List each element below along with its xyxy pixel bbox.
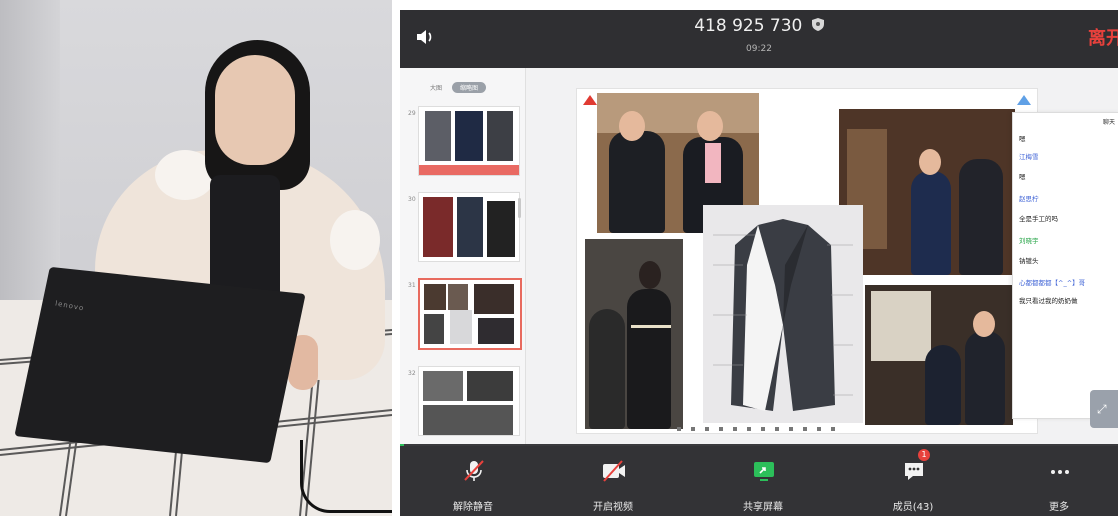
members-button[interactable]: 成员(43)	[868, 446, 958, 516]
thumbnail-item[interactable]	[418, 106, 520, 176]
share-screen-icon	[751, 458, 777, 484]
meeting-id-text: 418 925 730	[694, 16, 803, 36]
chat-sender: 赵思柠	[1019, 195, 1039, 203]
large-view-tab[interactable]: 大图	[430, 85, 442, 92]
chat-title: 聊天	[1102, 119, 1115, 126]
thumbnail-number: 29	[408, 110, 416, 117]
leave-button[interactable]: 离开	[1088, 24, 1118, 50]
laptop	[14, 266, 306, 464]
unmute-label: 解除静音	[453, 502, 493, 513]
start-video-label: 开启视频	[593, 502, 633, 513]
more-label: 更多	[1049, 502, 1069, 513]
more-button[interactable]: 更多	[1014, 446, 1104, 516]
collapse-icon: ⤢	[1097, 402, 1107, 416]
chat-message: 嗯	[1019, 135, 1026, 143]
thumbnail-item-active[interactable]	[418, 278, 522, 350]
thumbnail-item[interactable]	[418, 366, 520, 436]
meeting-toolbar: 解除静音 开启视频 共享屏幕 成员(43) 更多 1	[400, 446, 1118, 516]
chat-notification-badge: 1	[918, 449, 930, 461]
chat-message: 全是手工的吗	[1019, 215, 1058, 223]
thumbnail-panel: 大图 缩略图 29 30 31 32	[400, 68, 526, 446]
slide-photo-store	[839, 109, 1015, 275]
slide-jacket-diagram	[703, 205, 863, 423]
chat-message: 我只看过我的奶奶做	[1019, 297, 1078, 305]
chat-sender: 心都都都都【^_^】哥	[1019, 279, 1086, 287]
chat-panel[interactable]: 聊天 嗯 江梅雪 嗯 赵思柠 全是手工的吗 刘晓宇 钠镀头 心都都都都【^_^】…	[1012, 112, 1118, 419]
collapse-panel-button[interactable]: ⤢	[1090, 390, 1118, 428]
shared-screen: 大图 缩略图 29 30 31 32 聊天 嗯 江梅雪 嗯 赵思柠 全是手工的吗…	[400, 68, 1118, 446]
chat-message: 嗯	[1019, 173, 1026, 181]
thumbnail-view-tab[interactable]: 缩略图	[451, 82, 486, 93]
chat-message: 钠镀头	[1019, 257, 1039, 265]
share-screen-label: 共享屏幕	[743, 502, 783, 513]
participant-photo: lenovo	[0, 0, 392, 516]
meeting-window: 418 925 730 09:22 离开 大图 缩略图 29 30 31 32 …	[400, 10, 1118, 516]
presentation-slide	[576, 88, 1038, 434]
thumbnail-item[interactable]	[418, 192, 520, 262]
thumbnail-scrollbar[interactable]	[518, 198, 521, 218]
shield-icon[interactable]	[811, 16, 824, 36]
slide-photo-workshop	[865, 285, 1013, 425]
chat-sender: 刘晓宇	[1019, 237, 1039, 245]
meeting-id: 418 925 730	[400, 16, 1118, 36]
top-bar: 418 925 730 09:22 离开	[400, 10, 1118, 68]
thumbnail-number: 30	[408, 196, 416, 203]
chat-sender: 江梅雪	[1019, 153, 1039, 161]
share-screen-button[interactable]: 共享屏幕	[718, 446, 808, 516]
members-icon	[901, 458, 927, 484]
thumbnail-header: 大图 缩略图	[430, 82, 486, 93]
mic-muted-icon	[461, 458, 487, 484]
video-off-icon	[601, 458, 627, 484]
thumbnail-number: 31	[408, 282, 416, 289]
slide-marker-red-icon	[583, 95, 597, 105]
thumbnail-number: 32	[408, 370, 416, 377]
more-icon	[1047, 458, 1073, 484]
members-label: 成员(43)	[892, 502, 934, 513]
unmute-button[interactable]: 解除静音	[428, 446, 518, 516]
start-video-button[interactable]: 开启视频	[568, 446, 658, 516]
participant-face	[215, 55, 295, 165]
slide-photo-measuring	[585, 239, 683, 429]
meeting-timer: 09:22	[746, 44, 772, 54]
slide-marker-blue-icon	[1017, 95, 1031, 105]
